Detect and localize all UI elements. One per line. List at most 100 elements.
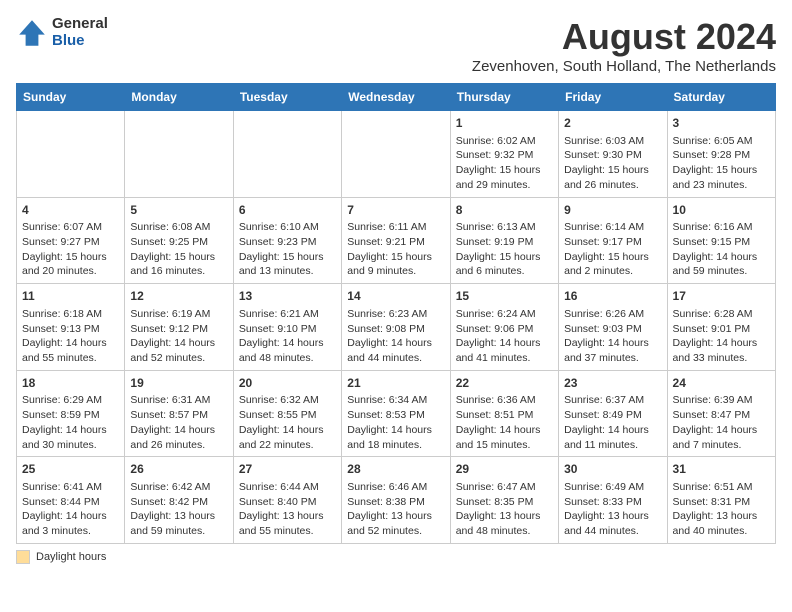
day-number: 15 [456, 288, 553, 305]
day-info: Sunrise: 6:03 AM Sunset: 9:30 PM Dayligh… [564, 134, 661, 193]
day-info: Sunrise: 6:23 AM Sunset: 9:08 PM Dayligh… [347, 307, 444, 366]
logo: General Blue [16, 16, 108, 49]
day-info: Sunrise: 6:44 AM Sunset: 8:40 PM Dayligh… [239, 480, 336, 539]
calendar-cell [125, 111, 233, 198]
calendar-cell: 4Sunrise: 6:07 AM Sunset: 9:27 PM Daylig… [17, 197, 125, 284]
day-info: Sunrise: 6:29 AM Sunset: 8:59 PM Dayligh… [22, 393, 119, 452]
day-number: 17 [673, 288, 770, 305]
day-number: 2 [564, 115, 661, 132]
day-number: 3 [673, 115, 770, 132]
title-area: August 2024 Zevenhoven, South Holland, T… [472, 16, 776, 75]
calendar-cell: 27Sunrise: 6:44 AM Sunset: 8:40 PM Dayli… [233, 457, 341, 544]
calendar-cell: 17Sunrise: 6:28 AM Sunset: 9:01 PM Dayli… [667, 284, 775, 371]
day-info: Sunrise: 6:11 AM Sunset: 9:21 PM Dayligh… [347, 220, 444, 279]
main-title: August 2024 [472, 16, 776, 58]
calendar-cell: 26 Sunrise: 6:42 AM Sunset: 8:42 PM Dayli… [125, 457, 233, 544]
calendar-cell: 13 Sunrise: 6:21 AM Sunset: 9:10 PM Dayli… [233, 284, 341, 371]
header-day-thursday: Thursday [450, 84, 558, 111]
day-number: 24 [673, 375, 770, 392]
day-info: Sunrise: 6:18 AM Sunset: 9:13 PM Dayligh… [22, 307, 119, 366]
day-info: Sunrise: 6:24 AM Sunset: 9:06 PM Dayligh… [456, 307, 553, 366]
day-number: 11 [22, 288, 119, 305]
day-info: Sunrise: 6:36 AM Sunset: 8:51 PM Dayligh… [456, 393, 553, 452]
day-number: 1 [456, 115, 553, 132]
calendar-body: 1 Sunrise: 6:02 AM Sunset: 9:32 PM Daylig… [17, 111, 776, 544]
logo-general: General [52, 16, 108, 33]
day-info: Sunrise: 6:39 AM Sunset: 8:47 PM Dayligh… [673, 393, 770, 452]
day-info: Sunrise: 6:41 AM Sunset: 8:44 PM Dayligh… [22, 480, 119, 539]
calendar-cell: 19Sunrise: 6:31 AM Sunset: 8:57 PM Dayli… [125, 370, 233, 457]
day-info: Sunrise: 6:26 AM Sunset: 9:03 PM Dayligh… [564, 307, 661, 366]
day-info: Sunrise: 6:02 AM Sunset: 9:32 PM Dayligh… [456, 134, 553, 193]
day-info: Sunrise: 6:32 AM Sunset: 8:55 PM Dayligh… [239, 393, 336, 452]
calendar-cell: 20Sunrise: 6:32 AM Sunset: 8:55 PM Dayli… [233, 370, 341, 457]
day-info: Sunrise: 6:21 AM Sunset: 9:10 PM Dayligh… [239, 307, 336, 366]
day-number: 23 [564, 375, 661, 392]
day-number: 13 [239, 288, 336, 305]
calendar-cell: 28Sunrise: 6:46 AM Sunset: 8:38 PM Dayli… [342, 457, 450, 544]
logo-blue: Blue [52, 33, 108, 50]
calendar-cell: 9Sunrise: 6:14 AM Sunset: 9:17 PM Daylig… [559, 197, 667, 284]
logo-text: General Blue [52, 16, 108, 49]
footer-note: Daylight hours [16, 550, 776, 564]
header-day-saturday: Saturday [667, 84, 775, 111]
week-row-4: 18Sunrise: 6:29 AM Sunset: 8:59 PM Dayli… [17, 370, 776, 457]
calendar-cell: 1 Sunrise: 6:02 AM Sunset: 9:32 PM Daylig… [450, 111, 558, 198]
calendar-cell: 23Sunrise: 6:37 AM Sunset: 8:49 PM Dayli… [559, 370, 667, 457]
day-number: 29 [456, 461, 553, 478]
header-row: SundayMondayTuesdayWednesdayThursdayFrid… [17, 84, 776, 111]
calendar-cell: 3Sunrise: 6:05 AM Sunset: 9:28 PM Daylig… [667, 111, 775, 198]
day-number: 31 [673, 461, 770, 478]
day-number: 21 [347, 375, 444, 392]
calendar-cell: 18Sunrise: 6:29 AM Sunset: 8:59 PM Dayli… [17, 370, 125, 457]
day-number: 25 [22, 461, 119, 478]
day-info: Sunrise: 6:10 AM Sunset: 9:23 PM Dayligh… [239, 220, 336, 279]
calendar-cell: 12Sunrise: 6:19 AM Sunset: 9:12 PM Dayli… [125, 284, 233, 371]
day-number: 9 [564, 202, 661, 219]
day-info: Sunrise: 6:07 AM Sunset: 9:27 PM Dayligh… [22, 220, 119, 279]
header-day-wednesday: Wednesday [342, 84, 450, 111]
day-info: Sunrise: 6:14 AM Sunset: 9:17 PM Dayligh… [564, 220, 661, 279]
calendar-cell: 7Sunrise: 6:11 AM Sunset: 9:21 PM Daylig… [342, 197, 450, 284]
calendar-cell: 16 Sunrise: 6:26 AM Sunset: 9:03 PM Dayli… [559, 284, 667, 371]
day-number: 20 [239, 375, 336, 392]
day-number: 10 [673, 202, 770, 219]
day-number: 5 [130, 202, 227, 219]
calendar-cell [233, 111, 341, 198]
calendar-cell: 8Sunrise: 6:13 AM Sunset: 9:19 PM Daylig… [450, 197, 558, 284]
header-day-friday: Friday [559, 84, 667, 111]
calendar-cell: 5Sunrise: 6:08 AM Sunset: 9:25 PM Daylig… [125, 197, 233, 284]
header: General Blue August 2024 Zevenhoven, Sou… [16, 16, 776, 75]
daylight-box-icon [16, 550, 30, 564]
day-number: 19 [130, 375, 227, 392]
calendar-cell: 15 Sunrise: 6:24 AM Sunset: 9:06 PM Dayli… [450, 284, 558, 371]
week-row-2: 4Sunrise: 6:07 AM Sunset: 9:27 PM Daylig… [17, 197, 776, 284]
week-row-5: 25 Sunrise: 6:41 AM Sunset: 8:44 PM Dayli… [17, 457, 776, 544]
calendar-cell: 14Sunrise: 6:23 AM Sunset: 9:08 PM Dayli… [342, 284, 450, 371]
day-info: Sunrise: 6:37 AM Sunset: 8:49 PM Dayligh… [564, 393, 661, 452]
day-info: Sunrise: 6:42 AM Sunset: 8:42 PM Dayligh… [130, 480, 227, 539]
calendar-cell [342, 111, 450, 198]
day-info: Sunrise: 6:13 AM Sunset: 9:19 PM Dayligh… [456, 220, 553, 279]
calendar-cell: 2 Sunrise: 6:03 AM Sunset: 9:30 PM Daylig… [559, 111, 667, 198]
calendar-cell [17, 111, 125, 198]
header-day-monday: Monday [125, 84, 233, 111]
calendar-cell: 24Sunrise: 6:39 AM Sunset: 8:47 PM Dayli… [667, 370, 775, 457]
calendar-cell: 25 Sunrise: 6:41 AM Sunset: 8:44 PM Dayli… [17, 457, 125, 544]
calendar-table: SundayMondayTuesdayWednesdayThursdayFrid… [16, 83, 776, 544]
calendar-cell: 21Sunrise: 6:34 AM Sunset: 8:53 PM Dayli… [342, 370, 450, 457]
header-day-tuesday: Tuesday [233, 84, 341, 111]
day-info: Sunrise: 6:16 AM Sunset: 9:15 PM Dayligh… [673, 220, 770, 279]
calendar-cell: 6Sunrise: 6:10 AM Sunset: 9:23 PM Daylig… [233, 197, 341, 284]
header-day-sunday: Sunday [17, 84, 125, 111]
day-info: Sunrise: 6:46 AM Sunset: 8:38 PM Dayligh… [347, 480, 444, 539]
day-number: 16 [564, 288, 661, 305]
day-info: Sunrise: 6:47 AM Sunset: 8:35 PM Dayligh… [456, 480, 553, 539]
day-info: Sunrise: 6:08 AM Sunset: 9:25 PM Dayligh… [130, 220, 227, 279]
day-number: 12 [130, 288, 227, 305]
calendar-cell: 22Sunrise: 6:36 AM Sunset: 8:51 PM Dayli… [450, 370, 558, 457]
day-number: 6 [239, 202, 336, 219]
day-number: 26 [130, 461, 227, 478]
day-info: Sunrise: 6:49 AM Sunset: 8:33 PM Dayligh… [564, 480, 661, 539]
calendar-cell: 31Sunrise: 6:51 AM Sunset: 8:31 PM Dayli… [667, 457, 775, 544]
